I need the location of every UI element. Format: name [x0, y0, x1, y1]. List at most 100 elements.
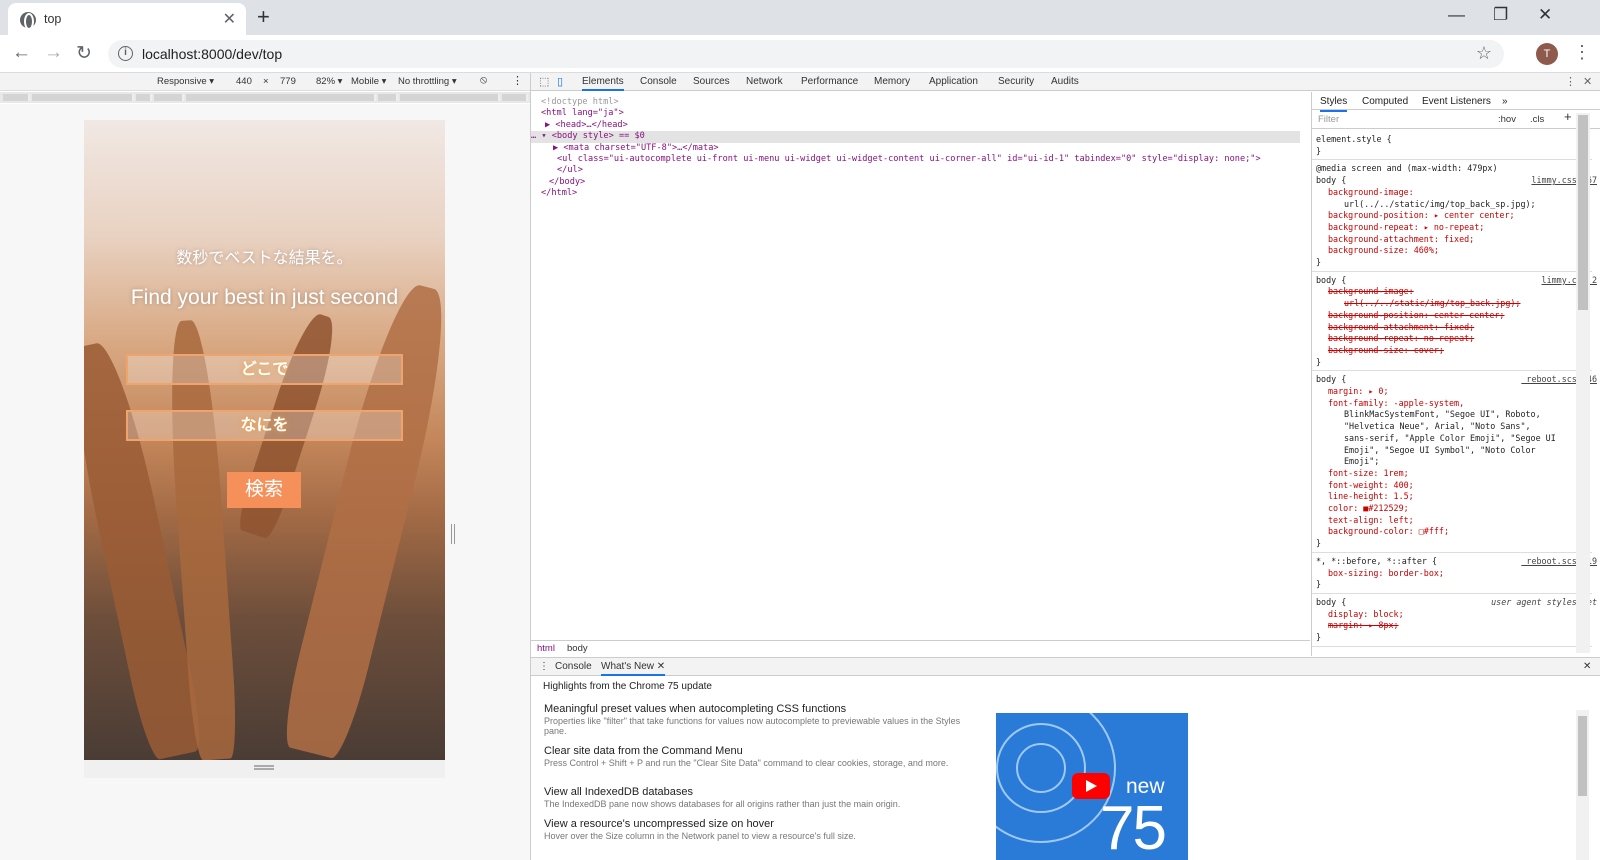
dom-node-line[interactable]: ▶ <mata charset="UTF-8">…</mata> [553, 143, 719, 154]
style-text[interactable]: Emoji"; [1344, 456, 1379, 466]
devtools-menu-icon[interactable]: ⋮ [1565, 75, 1576, 88]
style-text[interactable]: background-size: cover; [1328, 345, 1444, 355]
style-text[interactable]: background-attachment: fixed; [1328, 234, 1474, 244]
style-text[interactable]: background-position: ▸ center center; [1328, 210, 1515, 220]
device-type-select[interactable]: Mobile ▾ [351, 76, 386, 87]
whats-new-title[interactable]: Meaningful preset values when autocomple… [544, 703, 974, 715]
style-text[interactable]: body { [1316, 175, 1346, 185]
new-style-rule-button[interactable]: + [1564, 110, 1572, 123]
style-text[interactable]: url(../../static/img/top_back_sp.jpg); [1344, 199, 1536, 209]
tab-audits[interactable]: Audits [1051, 76, 1079, 87]
style-text[interactable]: } [1316, 257, 1321, 267]
drawer-tab-whats-new[interactable]: What's New ✕ [601, 661, 666, 676]
style-text[interactable]: font-weight: 400; [1328, 480, 1414, 490]
chrome-75-promo-video[interactable]: new 75 [996, 713, 1188, 860]
tab-elements[interactable]: Elements [582, 76, 624, 91]
inspect-element-icon[interactable]: ⬚ [539, 75, 549, 88]
style-text[interactable]: text-align: left; [1328, 515, 1414, 525]
style-text[interactable]: background-attachment: fixed; [1328, 322, 1474, 332]
style-text[interactable]: Emoji", "Segoe UI Symbol", "Noto Color [1344, 445, 1536, 455]
zoom-select[interactable]: 82% ▾ [316, 76, 342, 87]
browser-tab[interactable]: top ✕ [8, 3, 246, 35]
drawer-tab-console[interactable]: Console [555, 661, 592, 672]
whats-new-item[interactable]: View a resource's uncompressed size on h… [544, 818, 974, 841]
style-text[interactable]: background-repeat: no-repeat; [1328, 333, 1474, 343]
dom-node-line[interactable]: </ul> [557, 165, 583, 176]
responsive-select[interactable]: Responsive ▾ [157, 76, 214, 87]
style-text[interactable]: margin: ▸ 8px; [1328, 620, 1399, 630]
chrome-menu-icon[interactable]: ⋮ [1573, 42, 1591, 63]
height-input[interactable]: 779 [280, 76, 296, 87]
close-tab-icon[interactable]: ✕ [223, 9, 236, 29]
new-tab-icon[interactable]: + [257, 4, 270, 30]
style-text[interactable]: } [1316, 357, 1321, 367]
device-toggle-icon[interactable]: ▯ [557, 75, 563, 88]
info-icon[interactable]: i [118, 46, 133, 61]
style-text[interactable]: sans-serif, "Apple Color Emoji", "Segoe … [1344, 433, 1556, 443]
breadcrumb-body[interactable]: body [567, 643, 588, 654]
media-query-ruler[interactable] [0, 92, 530, 103]
tab-application[interactable]: Application [929, 76, 978, 87]
style-text[interactable]: BlinkMacSystemFont, "Segoe UI", Roboto, [1344, 409, 1541, 419]
whats-new-item[interactable]: Clear site data from the Command Menu Pre… [544, 745, 974, 768]
throttling-select[interactable]: No throttling ▾ [398, 76, 457, 87]
style-text[interactable]: } [1316, 146, 1321, 156]
cls-toggle[interactable]: .cls [1530, 114, 1544, 126]
style-text[interactable]: } [1316, 632, 1321, 642]
style-text[interactable]: background-repeat: ▸ no-repeat; [1328, 222, 1484, 232]
style-text[interactable]: body { [1316, 275, 1346, 285]
dom-node-line[interactable]: ▶ <head>…</head> [545, 120, 628, 131]
style-text[interactable]: margin: ▸ 0; [1328, 386, 1389, 396]
device-toolbar-menu-icon[interactable]: ⋮ [512, 74, 523, 87]
style-text[interactable]: background-color: □#fff; [1328, 526, 1449, 536]
tab-memory[interactable]: Memory [874, 76, 910, 87]
tab-more[interactable]: » [1502, 96, 1508, 108]
drawer-scrollbar[interactable] [1576, 710, 1589, 860]
device-bottom-resize-handle[interactable] [84, 760, 445, 778]
tab-performance[interactable]: Performance [801, 76, 858, 87]
style-text[interactable]: background-size: 460%; [1328, 245, 1439, 255]
breadcrumb-html[interactable]: html [537, 643, 555, 654]
tab-console[interactable]: Console [640, 76, 677, 87]
style-text[interactable]: display: block; [1328, 609, 1404, 619]
tab-network[interactable]: Network [746, 76, 783, 87]
tab-styles[interactable]: Styles [1320, 96, 1348, 112]
filter-input[interactable]: Filter [1318, 114, 1339, 126]
dom-node-line[interactable]: … ▾ <body style> == $0 [531, 131, 1300, 143]
style-text[interactable]: url(../../static/img/top_back.jpg); [1344, 298, 1520, 308]
width-input[interactable]: 440 [236, 76, 252, 87]
drawer-menu-icon[interactable]: ⋮ [539, 661, 549, 672]
hov-toggle[interactable]: :hov [1498, 114, 1516, 126]
where-input[interactable]: どこで [126, 354, 403, 385]
rotate-icon[interactable]: ⦸ [480, 74, 487, 87]
minimize-button[interactable]: — [1448, 5, 1465, 25]
tab-security[interactable]: Security [998, 76, 1034, 87]
tab-computed[interactable]: Computed [1362, 96, 1408, 108]
style-text[interactable]: body { [1316, 374, 1346, 384]
style-text[interactable]: "Helvetica Neue", Arial, "Noto Sans", [1344, 421, 1531, 431]
search-button[interactable]: 検索 [227, 472, 301, 508]
whats-new-title[interactable]: View all IndexedDB databases [544, 786, 974, 798]
style-text[interactable]: color: ■#212529; [1328, 503, 1409, 513]
bookmark-star-icon[interactable]: ☆ [1476, 43, 1492, 64]
whats-new-title[interactable]: Clear site data from the Command Menu [544, 745, 974, 757]
dom-node-line[interactable]: </html> [541, 188, 577, 199]
what-input[interactable]: なにを [126, 410, 403, 441]
back-icon[interactable]: ← [12, 42, 31, 64]
tab-event-listeners[interactable]: Event Listeners [1422, 96, 1491, 108]
dom-node-line[interactable]: <!doctype html> [541, 97, 619, 108]
style-text[interactable]: } [1316, 538, 1321, 548]
dom-node-line[interactable]: </body> [549, 177, 585, 188]
drawer-close-icon[interactable]: ✕ [1583, 661, 1591, 672]
style-text[interactable]: body { [1316, 597, 1346, 607]
reload-icon[interactable]: ↻ [76, 42, 92, 65]
profile-avatar[interactable]: T [1536, 43, 1558, 65]
address-bar[interactable]: i localhost:8000/dev/top ☆ [108, 40, 1504, 68]
whats-new-title[interactable]: View a resource's uncompressed size on h… [544, 818, 974, 830]
whats-new-item[interactable]: Meaningful preset values when autocomple… [544, 703, 974, 736]
styles-scrollbar[interactable] [1576, 113, 1590, 653]
forward-icon[interactable]: → [44, 42, 63, 64]
devtools-close-icon[interactable]: ✕ [1583, 75, 1592, 88]
style-text[interactable]: background-position: center center; [1328, 310, 1504, 320]
dom-node-line[interactable]: <html lang="ja"> [541, 108, 624, 119]
